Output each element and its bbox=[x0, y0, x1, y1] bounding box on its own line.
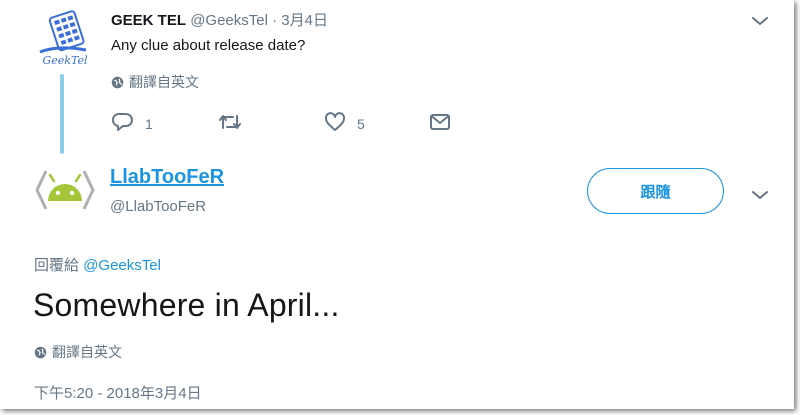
tweet-timestamp[interactable]: 下午5:20 - 2018年3月4日 bbox=[34, 382, 202, 403]
parent-display-name[interactable]: GEEK TEL bbox=[111, 12, 186, 29]
like-button[interactable]: 5 bbox=[324, 112, 365, 135]
parent-tweet-header: GEEK TEL @GeeksTel · 3月4日 bbox=[111, 9, 328, 30]
globe-icon bbox=[34, 346, 47, 359]
tweet-detail-panel: GeekTel GEEK TEL @GeeksTel · 3月4日 Any cl… bbox=[0, 0, 794, 409]
reply-count: 1 bbox=[145, 115, 153, 132]
parent-date[interactable]: · 3月4日 bbox=[272, 12, 328, 29]
author-handle[interactable]: @LlabTooFeR bbox=[110, 198, 206, 215]
geekstel-avatar[interactable]: GeekTel bbox=[36, 8, 94, 70]
llabtoofer-avatar[interactable] bbox=[34, 165, 96, 215]
like-icon bbox=[324, 112, 346, 135]
parent-tweet-text: Any clue about release date? bbox=[111, 37, 306, 54]
reply-prefix: 回覆給 bbox=[34, 257, 80, 274]
retweet-button[interactable] bbox=[218, 112, 242, 135]
tweet-text: Somewhere in April... bbox=[33, 287, 340, 323]
translate-link[interactable]: 翻譯自英文 bbox=[34, 342, 122, 362]
translate-label: 翻譯自英文 bbox=[129, 74, 199, 90]
translate-label: 翻譯自英文 bbox=[52, 344, 122, 360]
reply-button[interactable]: 1 bbox=[111, 112, 153, 135]
author-display-name[interactable]: LlabTooFeR bbox=[110, 166, 224, 189]
parent-handle[interactable]: @GeeksTel bbox=[190, 12, 268, 29]
replying-to: 回覆給 @GeeksTel bbox=[34, 254, 161, 275]
retweet-icon bbox=[218, 112, 242, 135]
reply-target-link[interactable]: @GeeksTel bbox=[83, 257, 161, 274]
globe-icon bbox=[111, 76, 124, 89]
parent-tweet-actions: 1 5 bbox=[111, 112, 472, 135]
thread-connector-line bbox=[60, 74, 64, 154]
follow-button[interactable]: 跟隨 bbox=[587, 168, 724, 214]
reply-icon bbox=[111, 112, 134, 135]
svg-text:GeekTel: GeekTel bbox=[43, 54, 88, 67]
like-count: 5 bbox=[357, 115, 365, 132]
parent-translate-link[interactable]: 翻譯自英文 bbox=[111, 72, 199, 92]
direct-message-icon bbox=[429, 112, 451, 135]
direct-message-button[interactable] bbox=[429, 112, 451, 135]
chevron-down-icon[interactable] bbox=[751, 14, 769, 26]
chevron-down-icon[interactable] bbox=[751, 188, 769, 200]
